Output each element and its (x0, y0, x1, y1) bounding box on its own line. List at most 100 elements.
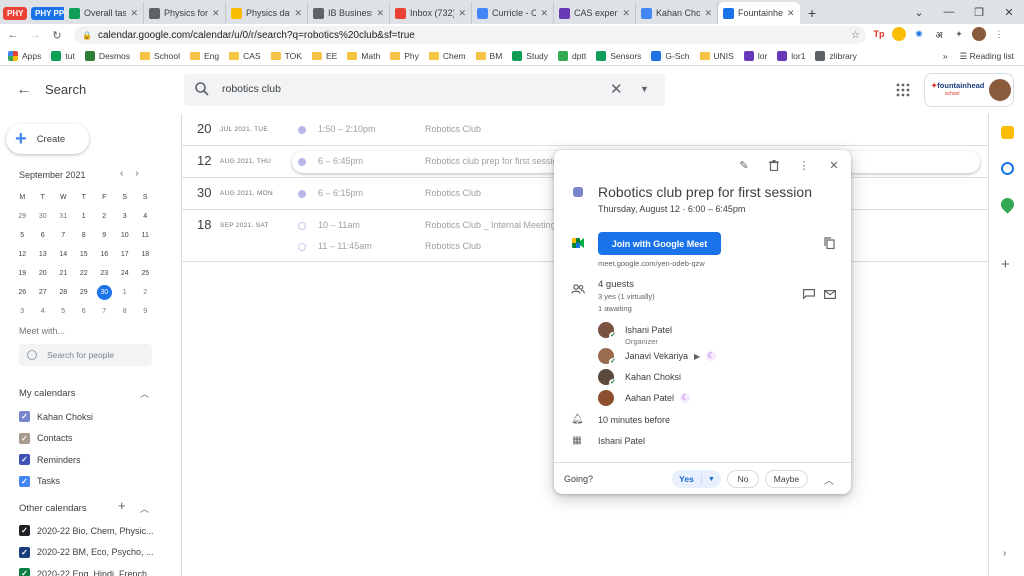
browser-tab[interactable]: Kahan Chok ✕ (636, 2, 718, 24)
email-guests-icon[interactable] (824, 290, 836, 299)
browser-tab[interactable]: Physics data ✕ (226, 2, 308, 24)
copy-icon[interactable] (824, 237, 835, 249)
bookmark-item[interactable]: Eng (190, 51, 219, 61)
address-bar[interactable]: 🔒 calendar.google.com/calendar/u/0/r/sea… (74, 26, 866, 44)
user-avatar[interactable] (989, 79, 1011, 101)
keep-icon[interactable] (1001, 126, 1014, 139)
calendar-list-item[interactable]: ✓ Contacts (19, 432, 73, 444)
tab-close-icon[interactable]: ✕ (540, 8, 548, 19)
browser-tab[interactable]: Physics for ✕ (144, 2, 226, 24)
bookmark-item[interactable]: zlibrary (815, 50, 857, 61)
tab-close-icon[interactable]: ✕ (787, 8, 795, 19)
bookmark-item[interactable]: CAS (229, 51, 261, 61)
rsvp-no-button[interactable]: No (727, 470, 759, 488)
google-apps-grid-icon[interactable] (896, 83, 910, 97)
bookmark-item[interactable]: Study (512, 50, 548, 61)
mini-calendar-day[interactable]: 7 (94, 308, 115, 315)
rsvp-yes-label[interactable]: Yes (672, 474, 702, 484)
maximize-button[interactable]: ❐ (964, 6, 994, 19)
bookmark-item[interactable]: dptt (558, 50, 586, 61)
guest-item[interactable]: ✓ Ishani Patel Organizer (598, 320, 672, 346)
profile-avatar-icon[interactable] (972, 27, 986, 41)
checkbox-checked-icon[interactable]: ✓ (19, 411, 30, 422)
close-window-button[interactable]: ✕ (994, 6, 1024, 19)
bookmark-item[interactable]: G-Sch (651, 50, 690, 61)
tasks-icon[interactable] (1001, 162, 1014, 175)
tab-search-icon[interactable]: ⌄ (904, 6, 934, 19)
bookmark-star-icon[interactable]: ☆ (851, 30, 860, 41)
prev-month-icon[interactable]: ‹ (120, 168, 135, 179)
browser-tab[interactable]: CAS experie ✕ (554, 2, 636, 24)
checkbox-checked-icon[interactable]: ✓ (19, 546, 30, 558)
rsvp-maybe-button[interactable]: Maybe (765, 470, 808, 488)
edit-pencil-icon[interactable]: ✎ (737, 158, 751, 172)
search-for-people-input[interactable]: Search for people (19, 344, 152, 366)
tp-extension-icon[interactable]: Tp (872, 27, 886, 41)
mini-calendar-day[interactable]: 6 (74, 308, 95, 315)
maps-icon[interactable] (998, 195, 1017, 214)
calendar-list-item[interactable]: ✓ Tasks (19, 475, 60, 487)
bookmark-item[interactable]: tut (51, 50, 75, 61)
message-guests-icon[interactable] (803, 289, 815, 299)
tab-close-icon[interactable]: ✕ (622, 8, 630, 19)
calendar-list-item[interactable]: ✓ Reminders (19, 454, 81, 465)
delete-trash-icon[interactable] (767, 158, 781, 172)
chevron-up-icon[interactable]: ︿ (140, 387, 149, 400)
bookmark-item[interactable]: Sensors (596, 50, 641, 61)
extensions-puzzle-icon[interactable]: ✦ (952, 27, 966, 41)
close-icon[interactable]: ✕ (827, 158, 841, 172)
rsvp-yes-button[interactable]: Yes ▼ (672, 470, 721, 488)
hindi-extension-icon[interactable]: अ (932, 27, 946, 41)
mini-calendar-day[interactable]: 16 (94, 251, 115, 258)
back-arrow-icon[interactable]: ← (4, 29, 22, 41)
browser-tab[interactable]: IB Business ✕ (308, 2, 390, 24)
tab-close-icon[interactable]: ✕ (458, 8, 466, 19)
checkbox-checked-icon[interactable]: ✓ (19, 525, 30, 536)
other-calendars-heading[interactable]: Other calendars (19, 503, 87, 514)
mini-calendar-day[interactable]: 2 (135, 289, 156, 296)
checkbox-checked-icon[interactable]: ✓ (19, 454, 30, 465)
rsvp-options-caret-icon[interactable]: ▼ (702, 476, 721, 483)
bookmark-item[interactable]: EE (311, 51, 337, 61)
tab-close-icon[interactable]: ✕ (212, 8, 220, 19)
bookmark-item[interactable]: Phy (390, 51, 419, 61)
result-event-row[interactable]: 1:50 – 2:10pm Robotics Club (182, 120, 988, 140)
mini-calendar-day[interactable]: 28 (53, 289, 74, 296)
mini-calendar-day[interactable]: 31 (53, 213, 74, 220)
mini-calendar-day[interactable]: 27 (33, 289, 54, 296)
next-month-icon[interactable]: › (135, 168, 150, 179)
bookmark-item[interactable]: School (140, 51, 180, 61)
tab-close-icon[interactable]: ✕ (704, 8, 712, 19)
bookmark-item[interactable]: Chem (428, 51, 466, 61)
checkbox-checked-icon[interactable]: ✓ (19, 475, 30, 487)
guest-item[interactable]: ✓ Kahan Choksi (598, 367, 681, 387)
mini-calendar-day[interactable]: 5 (53, 308, 74, 315)
calendar-list-item[interactable]: ✓ 2020-22 BM, Eco, Psycho, ... (19, 546, 154, 558)
more-bookmarks-icon[interactable]: » (943, 51, 948, 61)
mini-calendar-day[interactable]: 4 (135, 213, 156, 220)
mini-calendar-day[interactable]: 25 (135, 270, 156, 277)
mini-calendar-day[interactable]: 14 (53, 251, 74, 258)
tab-close-icon[interactable]: ✕ (376, 8, 384, 19)
search-input[interactable]: robotics club (222, 83, 281, 95)
chevron-up-icon[interactable]: ︿ (140, 502, 149, 515)
mini-calendar-day[interactable]: 10 (115, 232, 136, 239)
mini-calendar-day[interactable]: 3 (12, 308, 33, 315)
browser-tab[interactable]: PHY (0, 2, 28, 24)
mini-calendar-day[interactable]: 18 (135, 251, 156, 258)
mini-calendar-day[interactable]: 12 (12, 251, 33, 258)
account-brand-button[interactable]: ✦fountainhead school (924, 73, 1014, 107)
mini-calendar-day[interactable]: 2 (94, 213, 115, 220)
guest-item[interactable]: Aahan Patel ☾ (598, 388, 691, 408)
expand-panel-chevron-icon[interactable]: › (1003, 548, 1006, 559)
my-calendars-heading[interactable]: My calendars (19, 388, 76, 399)
mini-calendar-day[interactable]: 11 (135, 232, 156, 239)
back-arrow-icon[interactable]: ← (16, 81, 32, 99)
bookmark-item[interactable]: TOK (270, 51, 302, 61)
mini-calendar-day[interactable]: 13 (33, 251, 54, 258)
mini-calendar-day[interactable]: 8 (115, 308, 136, 315)
mini-calendar-day[interactable]: 1 (74, 213, 95, 220)
browser-tab[interactable]: Overall task ✕ (64, 2, 144, 24)
calendar-list-item[interactable]: ✓ Kahan Choksi (19, 411, 93, 422)
calendar-list-item[interactable]: ✓ 2020-22 Eng, Hindi, French... (19, 568, 155, 576)
